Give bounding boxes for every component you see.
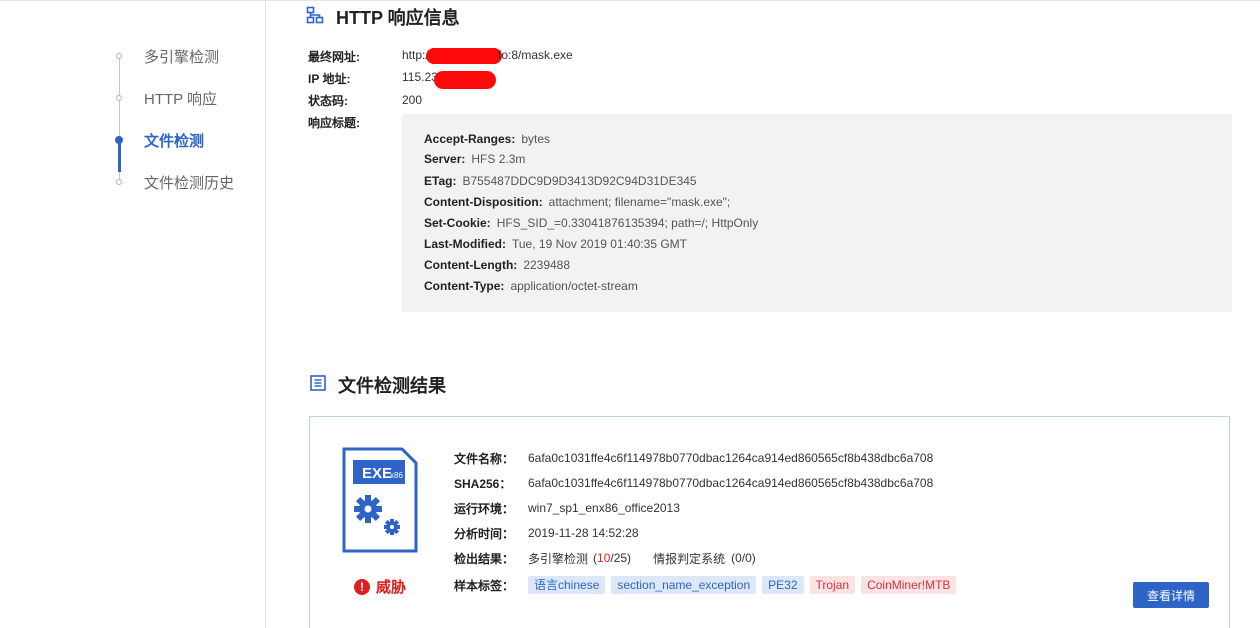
header-key: Content-Type: xyxy=(424,279,505,293)
nav-item-http-response[interactable]: HTTP 响应 xyxy=(112,86,217,110)
headers-label: 响应标题: xyxy=(308,115,360,130)
nav-item-multi-engine[interactable]: 多引擎检测 xyxy=(112,44,219,68)
detection-result-label: 检出结果： xyxy=(454,551,515,566)
warning-icon: ! xyxy=(354,578,370,595)
file-name-row: 文件名称： 6afa0c1031ffe4c6f114978b0770dbac12… xyxy=(454,449,933,467)
file-name-label: 文件名称： xyxy=(454,451,515,466)
header-key: Last-Modified: xyxy=(424,237,506,251)
final-url-suffix: fo:8/mask.exe xyxy=(498,48,573,63)
nav-item-label: HTTP 响应 xyxy=(144,90,218,108)
header-value: attachment; filename="mask.exe"; xyxy=(548,195,731,209)
nav-dot-active-icon xyxy=(115,136,123,144)
svg-text:x86: x86 xyxy=(390,471,403,480)
ip-label: IP 地址: xyxy=(308,71,351,86)
engine-label: 多引擎检测 xyxy=(528,551,589,566)
nav-item-file-history[interactable]: 文件检测历史 xyxy=(112,170,234,194)
sidebar: 多引擎检测 HTTP 响应 文件检测 文件检测历史 xyxy=(0,0,266,628)
sha256-label: SHA256： xyxy=(454,476,512,491)
file-name-value: 6afa0c1031ffe4c6f114978b0770dbac1264ca91… xyxy=(528,451,934,465)
sample-tags-row: 样本标签： 语言chinese section_name_exception P… xyxy=(454,575,962,595)
file-title-text: 文件检测结果 xyxy=(338,376,446,396)
header-row: Last-Modified: Tue, 19 Nov 2019 01:40:35 … xyxy=(424,235,687,253)
header-row: Set-Cookie: HFS_SID_=0.33041876135394; pa… xyxy=(424,214,758,232)
file-section-title: 文件检测结果 xyxy=(310,372,446,398)
nav-dot-icon xyxy=(116,95,122,101)
threat-badge: ! 威胁 xyxy=(354,576,406,597)
sample-tags-label: 样本标签： xyxy=(454,578,515,593)
header-row: Server: HFS 2.3m xyxy=(424,150,525,168)
nav-item-label: 多引擎检测 xyxy=(144,48,220,66)
tag-chip[interactable]: section_name_exception xyxy=(611,576,757,594)
nav-dot-icon xyxy=(116,179,122,185)
analysis-time-label: 分析时间： xyxy=(454,526,515,541)
http-section-title: HTTP 响应信息 xyxy=(306,4,460,30)
header-key: Content-Disposition: xyxy=(424,195,543,209)
tag-chip[interactable]: PE32 xyxy=(762,576,804,594)
status-label: 状态码: xyxy=(308,93,348,108)
nav-dot-icon xyxy=(116,53,122,59)
intel-value: (0/0) xyxy=(731,551,756,565)
header-key: ETag: xyxy=(424,174,457,188)
ip-prefix: 115.23 xyxy=(402,70,438,85)
header-value: 2239488 xyxy=(523,258,571,272)
nav-item-label: 文件检测历史 xyxy=(144,174,235,192)
status-row: 状态码: 200 xyxy=(308,91,422,109)
intel-label: 情报判定系统 xyxy=(653,551,726,566)
header-value: application/octet-stream xyxy=(510,279,638,293)
final-url-label: 最终网址: xyxy=(308,49,360,64)
status-value: 200 xyxy=(402,93,423,107)
analysis-time-row: 分析时间： 2019-11-28 14:52:28 xyxy=(454,524,639,542)
ip-row: IP 地址: 115.23 xyxy=(308,67,496,89)
ip-value: 115.23 xyxy=(402,67,496,89)
header-row: Accept-Ranges: bytes xyxy=(424,130,550,148)
sha256-row: SHA256： 6afa0c1031ffe4c6f114978b0770dbac… xyxy=(454,474,933,492)
analysis-time-value: 2019-11-28 14:52:28 xyxy=(528,526,639,540)
nav-item-label: 文件检测 xyxy=(144,132,205,150)
header-row: Content-Disposition: attachment; filename… xyxy=(424,193,730,211)
header-key: Server: xyxy=(424,152,466,166)
sha256-value: 6afa0c1031ffe4c6f114978b0770dbac1264ca91… xyxy=(528,476,934,490)
exe-file-icon: EXE x86 xyxy=(342,447,418,558)
engine-total: /25) xyxy=(610,551,632,565)
view-details-button[interactable]: 查看详情 xyxy=(1133,582,1209,608)
svg-text:EXE: EXE xyxy=(362,465,392,482)
env-row: 运行环境： win7_sp1_enx86_office2013 xyxy=(454,499,680,517)
header-value: bytes xyxy=(521,132,551,146)
header-value: Tue, 19 Nov 2019 01:40:35 GMT xyxy=(512,237,687,251)
header-row: ETag: B755487DDC9D9D3413D92C94D31DE345 xyxy=(424,172,697,190)
env-value: win7_sp1_enx86_office2013 xyxy=(528,501,680,515)
tag-chip[interactable]: 语言chinese xyxy=(528,576,606,594)
headers-row: 响应标题: xyxy=(308,113,402,131)
header-value: B755487DDC9D9D3413D92C94D31DE345 xyxy=(462,174,697,188)
redaction-mark xyxy=(433,71,496,89)
header-value: HFS_SID_=0.33041876135394; path=/; HttpO… xyxy=(496,216,759,230)
redaction-mark xyxy=(426,48,503,64)
file-result-card xyxy=(309,416,1230,628)
header-row: Content-Type: application/octet-stream xyxy=(424,277,638,295)
nav-item-file-detection[interactable]: 文件检测 xyxy=(112,128,204,152)
http-title-text: HTTP 响应信息 xyxy=(336,8,460,28)
engine-hits: 10 xyxy=(597,551,611,565)
tag-chip[interactable]: CoinMiner!MTB xyxy=(861,576,957,594)
network-icon xyxy=(306,6,324,29)
header-row: Content-Length: 2239488 xyxy=(424,256,570,274)
header-value: HFS 2.3m xyxy=(471,152,526,166)
header-key: Set-Cookie: xyxy=(424,216,491,230)
header-key: Accept-Ranges: xyxy=(424,132,516,146)
threat-label: 威胁 xyxy=(376,579,407,596)
document-box-icon xyxy=(310,374,326,396)
final-url-value[interactable]: http://fo:8/mask.exe xyxy=(402,48,573,64)
detection-result-row: 检出结果： 多引擎检测 (10/25) 情报判定系统 (0/0) xyxy=(454,549,756,567)
env-label: 运行环境： xyxy=(454,501,515,516)
tag-chip[interactable]: Trojan xyxy=(809,576,856,594)
final-url-row: 最终网址: http://fo:8/mask.exe xyxy=(308,47,573,65)
header-key: Content-Length: xyxy=(424,258,518,272)
